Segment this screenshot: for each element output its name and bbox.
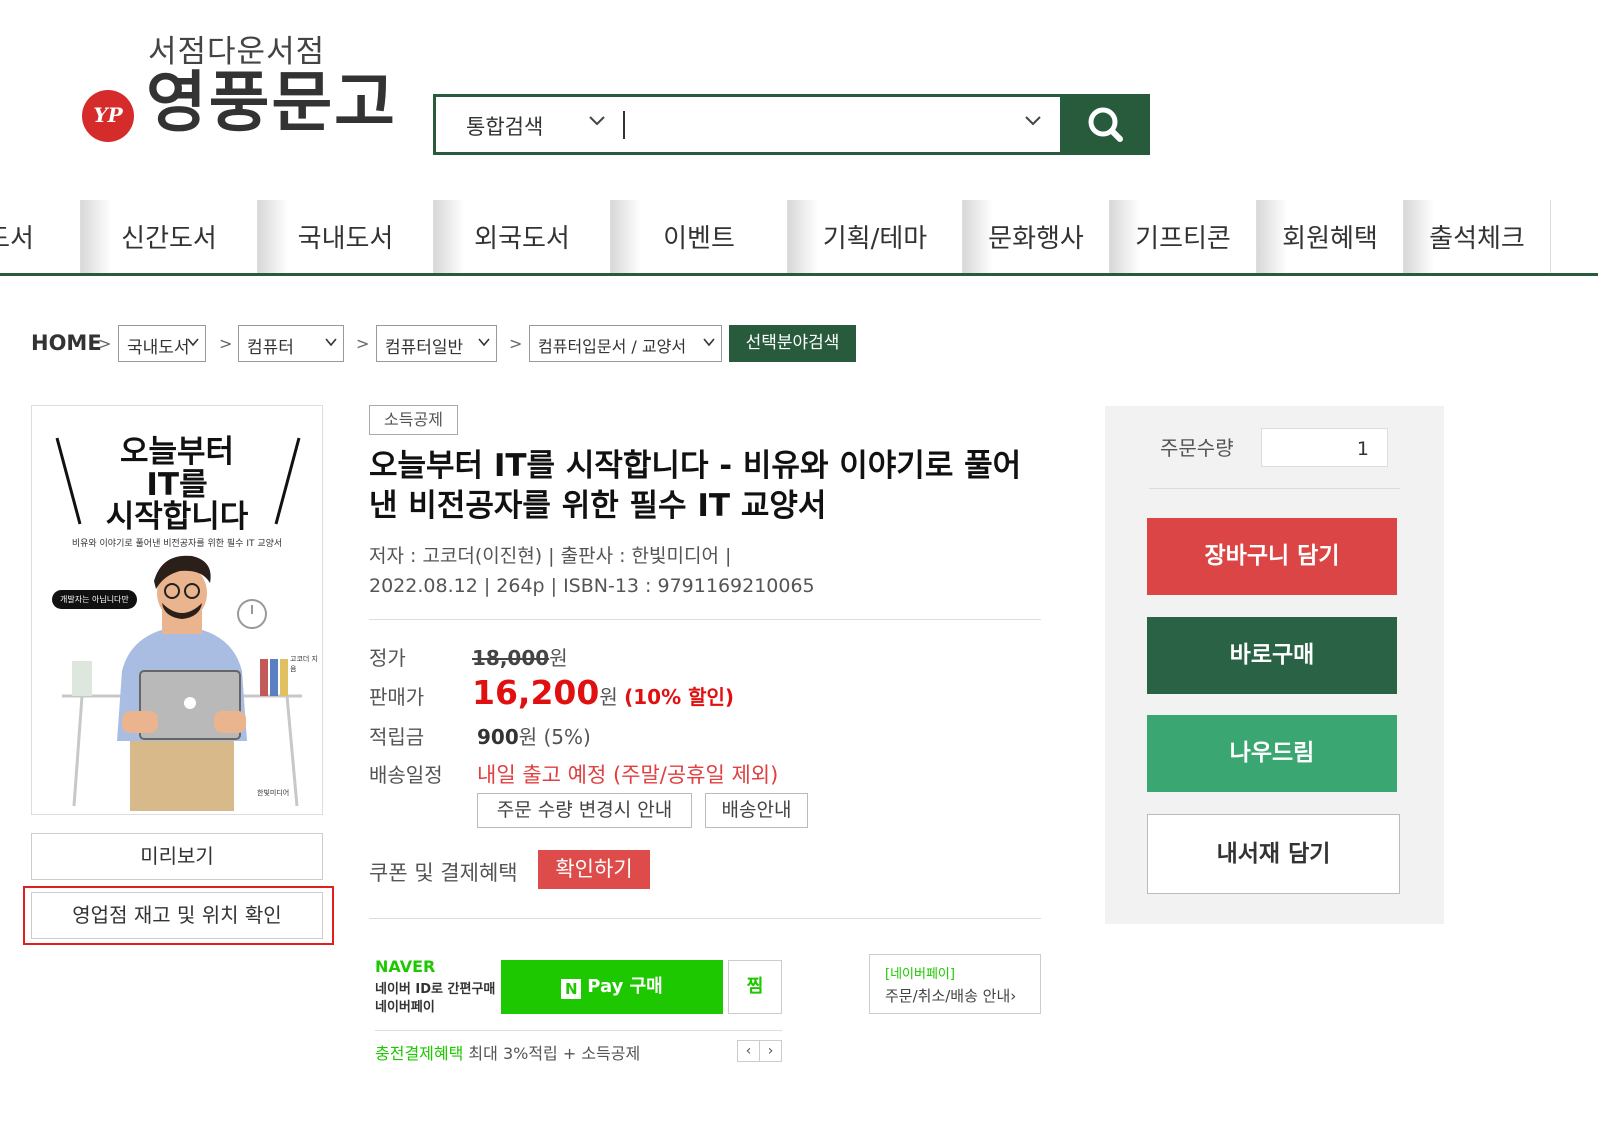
category-search-button[interactable]: 선택분야검색 xyxy=(729,325,856,362)
logo[interactable]: 영풍문고 xyxy=(146,70,397,136)
naver-description: 네이버 ID로 간편구매 xyxy=(375,982,496,997)
breadcrumb-select-level1[interactable]: 국내도서 xyxy=(118,325,206,362)
chevron-down-icon xyxy=(478,338,490,347)
add-to-cart-button[interactable]: 장바구니 담기 xyxy=(1147,518,1397,595)
quantity-label: 주문수량 xyxy=(1160,436,1234,460)
product-meta-author: 저자 : 고코더(이진현) | 출판사 : 한빛미디어 | xyxy=(369,545,732,567)
breadcrumb-separator: > xyxy=(509,334,523,353)
divider xyxy=(375,1030,782,1031)
nav-item-member-benefits[interactable]: 회원혜택 xyxy=(1257,200,1404,273)
divider xyxy=(1149,488,1400,489)
breadcrumb-home[interactable]: HOME xyxy=(31,331,102,355)
naver-pay-info-link[interactable]: [네이버페이] 주문/취소/배송 안내› xyxy=(869,954,1041,1014)
nav-item-gifticon[interactable]: 기프티콘 xyxy=(1110,200,1257,273)
main-nav: 도서 신간도서 국내도서 외국도서 이벤트 기획/테마 문화행사 기프티콘 회원… xyxy=(0,200,1598,276)
list-price-label: 정가 xyxy=(369,646,406,670)
cover-publisher: 한빛미디어 xyxy=(257,789,290,797)
nav-item-attendance[interactable]: 출석체크 xyxy=(1404,200,1551,273)
product-title: 오늘부터 IT를 시작합니다 - 비유와 이야기로 풀어낸 비전공자를 위한 필… xyxy=(369,448,1022,524)
search-button[interactable] xyxy=(1063,94,1150,155)
chevron-down-icon xyxy=(187,338,199,347)
points-label: 적립금 xyxy=(369,725,425,749)
store-stock-highlight xyxy=(23,886,334,945)
nav-item-new-books[interactable]: 신간도서 xyxy=(81,200,258,273)
naver-n-icon: N xyxy=(561,979,582,999)
naver-brand: NAVER xyxy=(375,957,436,976)
breadcrumb-select-level4[interactable]: 컴퓨터입문서 / 교양서 xyxy=(529,325,722,362)
divider xyxy=(369,918,1041,919)
list-price: 18,000원 xyxy=(472,646,568,670)
naver-pay-button[interactable]: N Pay 구매 xyxy=(501,960,723,1014)
nav-item-culture[interactable]: 문화행사 xyxy=(963,200,1110,273)
points-value: 900원 (5%) xyxy=(477,725,591,749)
breadcrumb-separator: > xyxy=(98,334,112,353)
naver-wish-button[interactable]: 찜 xyxy=(728,960,782,1014)
sale-price-label: 판매가 xyxy=(369,685,425,709)
search-icon xyxy=(1088,107,1123,142)
preview-button[interactable]: 미리보기 xyxy=(31,833,323,880)
shipping-label: 배송일정 xyxy=(369,763,443,787)
naver-benefit-pager: ‹ › xyxy=(737,1040,782,1062)
chevron-down-icon[interactable] xyxy=(1024,115,1042,127)
nav-item-themes[interactable]: 기획/테마 xyxy=(788,200,963,273)
breadcrumb-select-level2[interactable]: 컴퓨터 xyxy=(238,325,344,362)
buy-now-button[interactable]: 바로구매 xyxy=(1147,617,1397,694)
nav-item-domestic-books[interactable]: 국내도서 xyxy=(258,200,434,273)
cover-subtitle: 비유와 이야기로 풀어낸 비전공자를 위한 필수 IT 교양서 xyxy=(71,539,283,549)
shipping-info-button[interactable]: 배송안내 xyxy=(705,793,808,828)
breadcrumb-select-level3[interactable]: 컴퓨터일반 xyxy=(376,325,497,362)
divider xyxy=(369,619,1041,620)
tax-deduction-badge: 소득공제 xyxy=(369,405,458,435)
chevron-left-icon[interactable]: ‹ xyxy=(738,1041,760,1061)
product-meta-isbn: 2022.08.12 | 264p | ISBN-13 : 9791169210… xyxy=(369,575,815,597)
cover-author: 고코더 지음 xyxy=(290,655,318,673)
chevron-down-icon xyxy=(703,338,715,347)
chevron-down-icon[interactable] xyxy=(588,115,606,127)
chevron-right-icon[interactable]: › xyxy=(760,1041,781,1061)
book-cover[interactable]: 오늘부터 IT를 시작합니다 비유와 이야기로 풀어낸 비전공자를 위한 필수 … xyxy=(31,405,323,815)
coupon-check-button[interactable]: 확인하기 xyxy=(538,850,650,889)
nav-item-foreign-books[interactable]: 외국도서 xyxy=(434,200,611,273)
shipping-schedule: 내일 출고 예정 (주말/공휴일 제외) xyxy=(477,763,779,787)
breadcrumb-separator: > xyxy=(219,334,233,353)
search-box[interactable]: 통합검색 xyxy=(433,94,1063,155)
naver-benefit: 충전결제혜택 최대 3%적립 + 소득공제 xyxy=(375,1044,641,1063)
cover-illustration xyxy=(62,555,302,811)
quantity-input[interactable]: 1 xyxy=(1261,428,1388,467)
breadcrumb-separator: > xyxy=(356,334,370,353)
logo-emblem[interactable]: YP xyxy=(82,90,134,142)
nav-item-books[interactable]: 도서 xyxy=(0,200,81,273)
naver-description: 네이버페이 xyxy=(375,1000,435,1015)
search-input[interactable] xyxy=(623,111,625,139)
qty-change-notice-button[interactable]: 주문 수량 변경시 안내 xyxy=(477,793,692,828)
chevron-down-icon xyxy=(325,338,337,347)
nav-item-events[interactable]: 이벤트 xyxy=(611,200,788,273)
search-category-select[interactable]: 통합검색 xyxy=(466,111,543,141)
my-library-button[interactable]: 내서재 담기 xyxy=(1147,814,1400,894)
gift-button[interactable]: 나우드림 xyxy=(1147,715,1397,792)
coupon-label: 쿠폰 및 결제혜택 xyxy=(369,861,518,885)
sale-price: 16,200원 (10% 할인) xyxy=(472,673,735,712)
cover-title: 오늘부터 IT를 시작합니다 xyxy=(105,434,249,536)
